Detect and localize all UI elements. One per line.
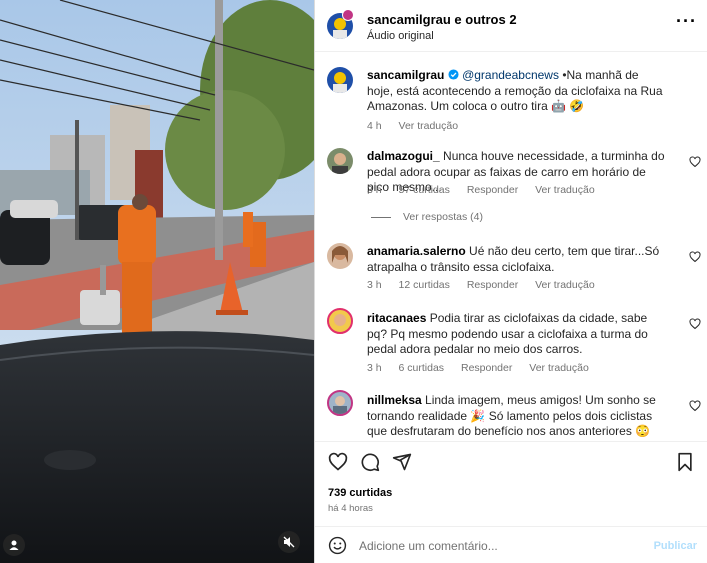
post-author[interactable]: sancamilgrau e outros 2 — [367, 12, 517, 27]
translate-link[interactable]: Ver tradução — [535, 184, 595, 196]
post-header: sancamilgrau e outros 2 Áudio original ·… — [315, 0, 707, 52]
like-comment-heart-icon[interactable] — [689, 318, 701, 330]
comment-time[interactable]: 3 h — [367, 362, 382, 374]
collaborator-avatar[interactable] — [342, 9, 354, 21]
comment-username[interactable]: dalmazogui_ — [367, 149, 440, 163]
like-comment-heart-icon[interactable] — [689, 400, 701, 412]
comment-text: ritacanaes Podia tirar as ciclofaixas da… — [367, 311, 648, 356]
add-comment-bar: Publicar — [315, 526, 707, 563]
caption-meta: 4 h Ver tradução — [367, 120, 472, 132]
translate-link[interactable]: Ver tradução — [529, 362, 589, 374]
commenter-avatar[interactable] — [327, 243, 353, 269]
action-bar — [315, 441, 707, 481]
reply-button[interactable]: Responder — [461, 362, 512, 374]
comments-list: sancamilgrau @grandeabcnews •Na manhã de… — [315, 53, 707, 441]
likes-count[interactable]: 739 curtidas — [328, 487, 392, 499]
audio-label[interactable]: Áudio original — [367, 30, 517, 42]
caption-text: sancamilgrau @grandeabcnews •Na manhã de… — [367, 68, 667, 115]
publish-button[interactable]: Publicar — [654, 540, 697, 552]
commenter-avatar[interactable] — [327, 308, 353, 334]
comment-icon[interactable] — [360, 452, 380, 472]
post-panel: sancamilgrau e outros 2 Áudio original ·… — [314, 0, 707, 563]
comment-meta: 3 h 6 curtidas Responder Ver tradução — [367, 362, 603, 374]
comment-input[interactable] — [359, 536, 639, 556]
account-icon[interactable] — [3, 534, 25, 556]
like-comment-heart-icon[interactable] — [689, 156, 701, 168]
comment-likes[interactable]: 57 curtidas — [399, 184, 450, 196]
reply-button[interactable]: Responder — [467, 184, 518, 196]
comment-username[interactable]: nillmeksa — [367, 393, 422, 407]
caption-translate-link[interactable]: Ver tradução — [399, 120, 459, 132]
caption-username[interactable]: sancamilgrau — [367, 68, 444, 82]
comment-time[interactable]: 3 h — [367, 184, 382, 196]
commenter-avatar[interactable] — [327, 148, 353, 174]
like-comment-heart-icon[interactable] — [689, 251, 701, 263]
comment-time[interactable]: 3 h — [367, 279, 382, 291]
comment-likes[interactable]: 6 curtidas — [399, 362, 445, 374]
comment-meta: 3 h 12 curtidas Responder Ver tradução — [367, 279, 609, 291]
caption-time[interactable]: 4 h — [367, 120, 382, 132]
commenter-avatar[interactable] — [327, 390, 353, 416]
caption-mention[interactable]: @grandeabcnews — [462, 68, 559, 82]
post-video[interactable] — [0, 0, 314, 563]
bookmark-icon[interactable] — [676, 452, 694, 472]
comment-username[interactable]: ritacanaes — [367, 311, 426, 325]
comment-text: nillmeksa Linda imagem, meus amigos! Um … — [367, 393, 656, 438]
comment-text: anamaria.salerno Ué não deu certo, tem q… — [367, 244, 660, 274]
emoji-icon[interactable] — [328, 536, 347, 555]
like-heart-icon[interactable] — [328, 452, 348, 472]
comment-username[interactable]: anamaria.salerno — [367, 244, 466, 258]
mute-icon[interactable] — [278, 531, 300, 553]
view-replies-button[interactable]: Ver respostas (4) — [371, 211, 483, 223]
caption-avatar[interactable] — [327, 67, 353, 93]
share-icon[interactable] — [392, 452, 412, 472]
translate-link[interactable]: Ver tradução — [535, 279, 595, 291]
comment-likes[interactable]: 12 curtidas — [399, 279, 450, 291]
reply-button[interactable]: Responder — [467, 279, 518, 291]
video-frame-image — [0, 0, 314, 563]
verified-icon — [448, 69, 459, 80]
post-time[interactable]: há 4 horas — [328, 503, 373, 514]
ellipsis-icon[interactable]: ··· — [676, 12, 697, 30]
comment-meta: 3 h 57 curtidas Responder Ver tradução — [367, 184, 609, 196]
replies-divider — [371, 216, 391, 218]
